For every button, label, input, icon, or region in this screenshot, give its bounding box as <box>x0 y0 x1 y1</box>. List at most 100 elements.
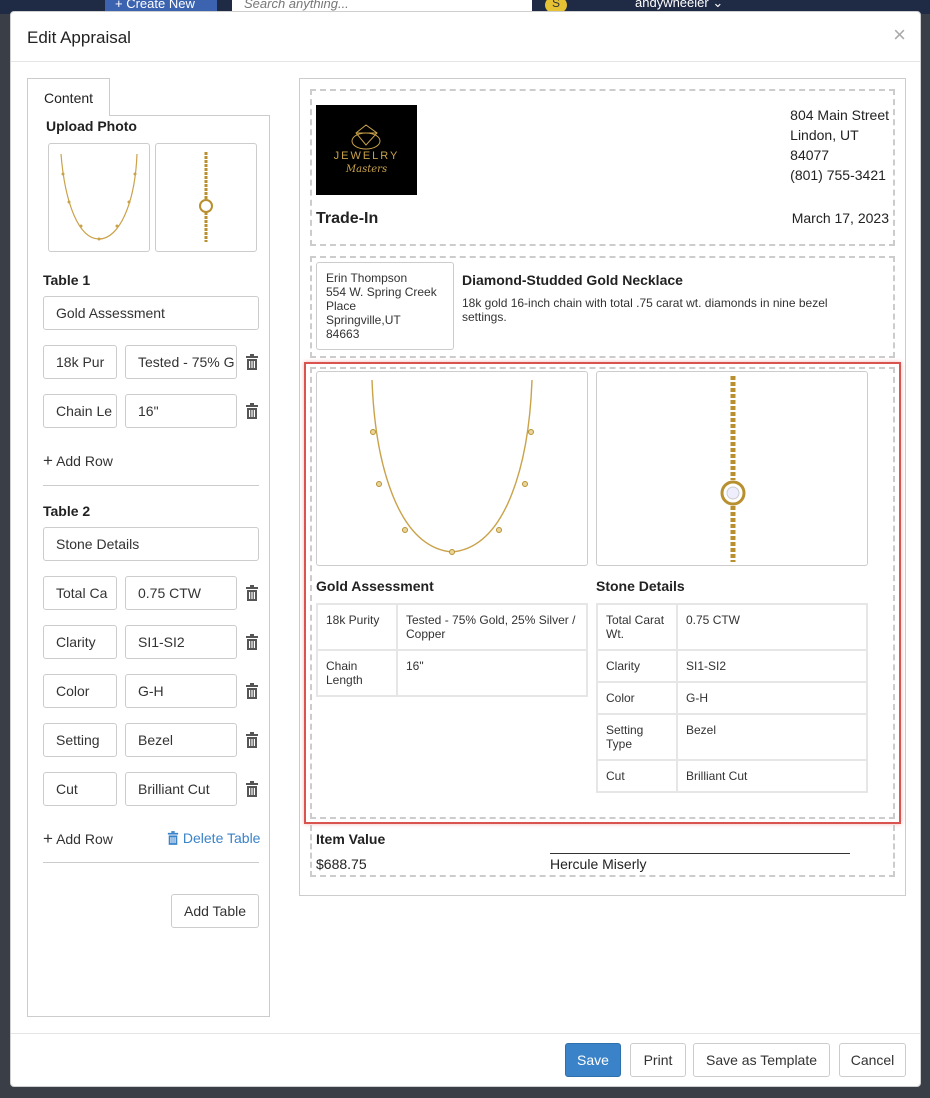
table-row: Clarity SI1-SI2 <box>596 649 868 683</box>
divider <box>43 862 259 863</box>
add-row-label: Add Row <box>56 453 113 469</box>
closeup-image <box>199 152 213 242</box>
customer-address: 84663 <box>326 327 360 341</box>
table-row: Setting Type Bezel <box>596 713 868 761</box>
modal-title: Edit Appraisal <box>27 28 131 47</box>
table1-row2-value-input[interactable]: 16" <box>125 394 237 428</box>
item-title: Diamond-Studded Gold Necklace <box>462 272 683 288</box>
trash-icon[interactable] <box>245 354 259 370</box>
appraisal-preview: JEWELRY Masters 804 Main Street Lindon, … <box>299 78 906 896</box>
table-cell-key: 18k Purity <box>316 603 398 651</box>
table-row: 18k Purity Tested - 75% Gold, 25% Silver … <box>316 603 588 651</box>
table-cell-key: Chain Length <box>316 649 398 697</box>
table2-row2-key-input[interactable]: Clarity <box>43 625 117 659</box>
add-row-label: Add Row <box>56 831 113 847</box>
content-panel: Upload Photo Table 1 Gold Assessment 18k… <box>27 115 270 1017</box>
address-line: 804 Main Street <box>790 107 889 123</box>
address-line: Lindon, UT <box>790 127 859 143</box>
save-as-template-button[interactable]: Save as Template <box>693 1043 830 1077</box>
save-button[interactable]: Save <box>565 1043 621 1077</box>
table2-row3-key-input[interactable]: Color <box>43 674 117 708</box>
trash-icon[interactable] <box>245 403 259 419</box>
table2-row5-key-input[interactable]: Cut <box>43 772 117 806</box>
table1-row2-key-input[interactable]: Chain Le <box>43 394 117 428</box>
modal-header: Edit Appraisal × <box>11 12 920 62</box>
table2-row3-value-input[interactable]: G-H <box>125 674 237 708</box>
table2-name-input[interactable]: Stone Details <box>43 527 259 561</box>
trash-icon <box>167 831 179 845</box>
table-cell-value: Brilliant Cut <box>676 759 868 793</box>
upload-photo-label: Upload Photo <box>46 118 137 134</box>
close-icon[interactable]: × <box>893 22 906 48</box>
table1-label: Table 1 <box>43 272 91 288</box>
table1-name-input[interactable]: Gold Assessment <box>43 296 259 330</box>
gold-assessment-table: 18k Purity Tested - 75% Gold, 25% Silver … <box>316 603 588 697</box>
item-value-label: Item Value <box>316 831 386 847</box>
customer-info-box: Erin Thompson 554 W. Spring Creek Place … <box>316 262 454 350</box>
document-title: Trade-In <box>316 210 379 227</box>
table2-row1-value-input[interactable]: 0.75 CTW <box>125 576 237 610</box>
trash-icon[interactable] <box>245 585 259 601</box>
business-address: 804 Main Street Lindon, UT 84077 (801) 7… <box>790 105 889 185</box>
table2-title: Stone Details <box>596 578 685 594</box>
table1-title: Gold Assessment <box>316 578 434 594</box>
signature-line <box>550 853 850 854</box>
customer-address: 554 W. Spring Creek <box>326 285 437 299</box>
table-row: Total Carat Wt. 0.75 CTW <box>596 603 868 651</box>
table-cell-key: Total Carat Wt. <box>596 603 678 651</box>
add-table-button[interactable]: Add Table <box>171 894 259 928</box>
divider <box>43 485 259 486</box>
plus-icon: + <box>43 829 53 848</box>
table1-add-row-button[interactable]: + Add Row <box>43 451 113 471</box>
table2-row4-key-input[interactable]: Setting <box>43 723 117 757</box>
company-logo: JEWELRY Masters <box>316 105 417 195</box>
phone-number: (801) 755-3421 <box>790 167 886 183</box>
trash-icon[interactable] <box>245 781 259 797</box>
logo-wordmark: JEWELRY <box>333 150 400 162</box>
table1-row1-value-input[interactable]: Tested - 75% G <box>125 345 237 379</box>
trash-icon[interactable] <box>245 683 259 699</box>
stone-details-table: Total Carat Wt. 0.75 CTW Clarity SI1-SI2 C… <box>596 603 868 793</box>
preview-photo-necklace <box>316 371 588 566</box>
print-button[interactable]: Print <box>630 1043 686 1077</box>
trash-icon[interactable] <box>245 732 259 748</box>
necklace-image <box>60 153 138 241</box>
address-line: 84077 <box>790 147 830 163</box>
table-cell-key: Cut <box>596 759 678 793</box>
customer-address: Place <box>326 299 357 313</box>
closeup-image <box>720 376 746 562</box>
delete-table-label: Delete Table <box>182 830 261 846</box>
tab-content[interactable]: Content <box>27 78 110 116</box>
table-row: Cut Brilliant Cut <box>596 759 868 793</box>
table2-add-row-button[interactable]: + Add Row <box>43 829 113 849</box>
table2-row2-value-input[interactable]: SI1-SI2 <box>125 625 237 659</box>
plus-icon: + <box>43 451 53 470</box>
preview-photo-closeup <box>596 371 868 566</box>
trash-icon[interactable] <box>245 634 259 650</box>
table-row: Color G-H <box>596 681 868 715</box>
logo-subtitle: Masters <box>345 164 388 175</box>
table2-row1-key-input[interactable]: Total Ca <box>43 576 117 610</box>
photo-thumbnail-necklace[interactable] <box>48 143 150 252</box>
table2-row4-value-input[interactable]: Bezel <box>125 723 237 757</box>
table-cell-key: Color <box>596 681 678 715</box>
table-cell-value: 16" <box>396 649 588 697</box>
customer-name: Erin Thompson <box>326 271 408 285</box>
necklace-image <box>370 379 534 555</box>
item-description: 18k gold 16-inch chain with total .75 ca… <box>462 296 828 324</box>
customer-address: Springville,UT <box>326 313 401 327</box>
table-row: Chain Length 16" <box>316 649 588 697</box>
modal-footer-divider <box>11 1033 920 1034</box>
delete-table-button[interactable]: Delete Table <box>167 830 260 846</box>
table2-row5-value-input[interactable]: Brilliant Cut <box>125 772 237 806</box>
table1-row1-key-input[interactable]: 18k Pur <box>43 345 117 379</box>
photo-thumbnail-closeup[interactable] <box>155 143 257 252</box>
signature-name: Hercule Miserly <box>550 856 647 872</box>
table-cell-value: Tested - 75% Gold, 25% Silver / Copper <box>396 603 588 651</box>
cancel-button[interactable]: Cancel <box>839 1043 906 1077</box>
appraisal-date: March 17, 2023 <box>791 210 889 226</box>
user-menu[interactable]: andywheeler ⌄ <box>635 0 723 11</box>
edit-appraisal-modal: Edit Appraisal × Content Upload Photo Ta… <box>10 11 921 1087</box>
table-cell-value: SI1-SI2 <box>676 649 868 683</box>
table-cell-key: Setting Type <box>596 713 678 761</box>
